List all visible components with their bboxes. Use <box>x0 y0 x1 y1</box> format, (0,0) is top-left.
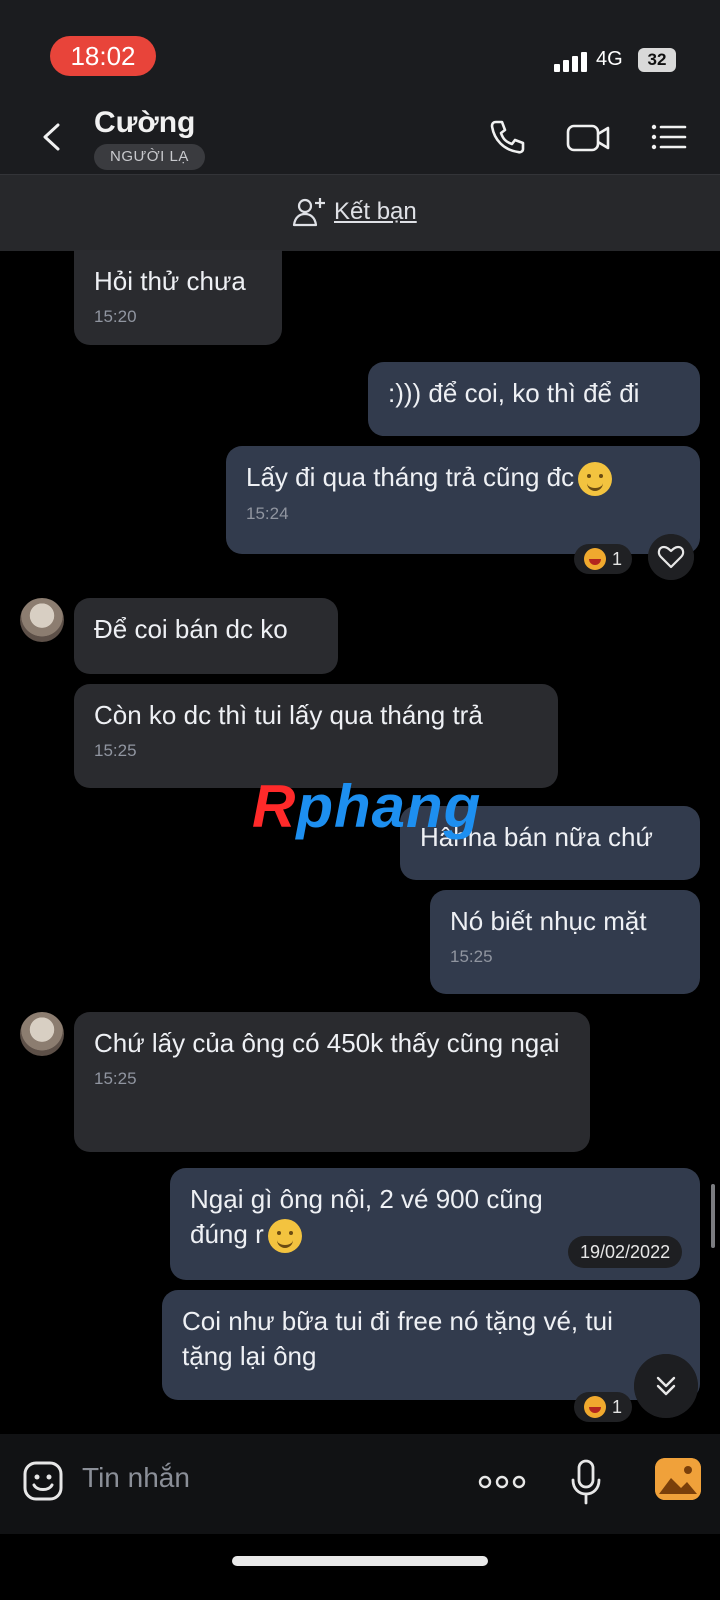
status-time: 18:02 <box>50 36 156 76</box>
reaction-count: 1 <box>612 1396 623 1417</box>
avatar[interactable] <box>20 598 64 642</box>
image-icon[interactable] <box>655 1458 701 1500</box>
message-bubble-incoming[interactable]: Để coi bán dc ko <box>74 598 338 674</box>
message-bubble-outgoing[interactable]: Nó biết nhục mặt 15:25 <box>430 890 700 994</box>
message-bubble-outgoing[interactable]: :))) để coi, ko thì để đi <box>368 362 700 436</box>
message-input-bar: Tin nhắn <box>0 1434 720 1534</box>
message-text: Để coi bán dc ko <box>94 614 288 644</box>
message-bubble-incoming[interactable]: Hỏi thử chưa 15:20 <box>74 250 282 345</box>
video-call-icon[interactable] <box>565 118 611 156</box>
battery-icon: 32 <box>638 48 676 72</box>
message-text: Lấy đi qua tháng trả cũng đc <box>246 462 575 492</box>
message-time: 15:25 <box>450 947 493 966</box>
add-friend-label: Kết bạn <box>334 198 417 225</box>
menu-list-icon[interactable] <box>649 118 689 156</box>
thinking-emoji-icon <box>578 462 613 497</box>
message-time: 15:25 <box>94 1069 137 1088</box>
message-text: Ngại gì ông nội, 2 vé 900 cũng đúng r <box>190 1184 550 1249</box>
signal-icon <box>554 52 590 72</box>
add-friend-button[interactable]: Kết bạn <box>292 195 417 229</box>
more-dots-icon[interactable] <box>478 1474 526 1490</box>
microphone-icon[interactable] <box>570 1458 602 1506</box>
message-bubble-outgoing[interactable]: Lấy đi qua tháng trả cũng đc 15:24 <box>226 446 700 554</box>
message-time: 15:25 <box>94 741 137 760</box>
smile-emoji-icon <box>267 1219 302 1254</box>
message-time: 15:24 <box>246 504 289 524</box>
sticker-icon[interactable] <box>22 1460 64 1502</box>
message-reaction[interactable]: 1 <box>574 1392 633 1422</box>
message-time: 15:20 <box>94 307 137 326</box>
message-text: Chứ lấy của ông có 450k thấy cũng ngại <box>94 1028 560 1058</box>
laughing-emoji-icon <box>584 1396 606 1418</box>
message-text: Nó biết nhục mặt <box>450 906 647 936</box>
message-text: Coi như bữa tui đi free nó tặng vé, tui … <box>182 1306 621 1371</box>
message-input[interactable]: Tin nhắn <box>82 1462 190 1494</box>
laughing-emoji-icon <box>584 548 606 570</box>
message-text: Còn ko dc thì tui lấy qua tháng trả <box>94 700 483 730</box>
message-bubble-incoming[interactable]: Chứ lấy của ông có 450k thấy cũng ngại 1… <box>74 1012 590 1152</box>
contact-name[interactable]: Cường <box>94 106 195 140</box>
message-text: :))) để coi, ko thì để đi <box>388 378 640 408</box>
chat-header: Cường NGƯỜI LẠ <box>0 100 720 174</box>
watermark-logo: Rphang <box>252 773 482 840</box>
add-friend-bar: Kết bạn <box>0 174 720 251</box>
reaction-count: 1 <box>612 548 623 569</box>
scrollbar[interactable] <box>711 1184 715 1248</box>
stranger-badge: NGƯỜI LẠ <box>94 144 205 170</box>
home-indicator[interactable] <box>232 1556 488 1566</box>
network-type: 4G <box>596 48 623 70</box>
message-bubble-outgoing[interactable]: Coi như bữa tui đi free nó tặng vé, tui … <box>162 1290 700 1400</box>
chevron-double-down-icon[interactable] <box>634 1354 698 1418</box>
avatar[interactable] <box>20 1012 64 1056</box>
phone-icon[interactable] <box>487 118 527 156</box>
date-chip: 19/02/2022 <box>568 1236 683 1268</box>
add-friend-icon <box>292 198 325 227</box>
status-bar: 18:02 4G 32 <box>0 0 720 100</box>
message-reaction[interactable]: 1 <box>574 544 633 574</box>
message-text: Hỏi thử chưa <box>94 266 246 296</box>
back-icon[interactable] <box>38 122 66 152</box>
heart-icon[interactable] <box>648 534 694 580</box>
